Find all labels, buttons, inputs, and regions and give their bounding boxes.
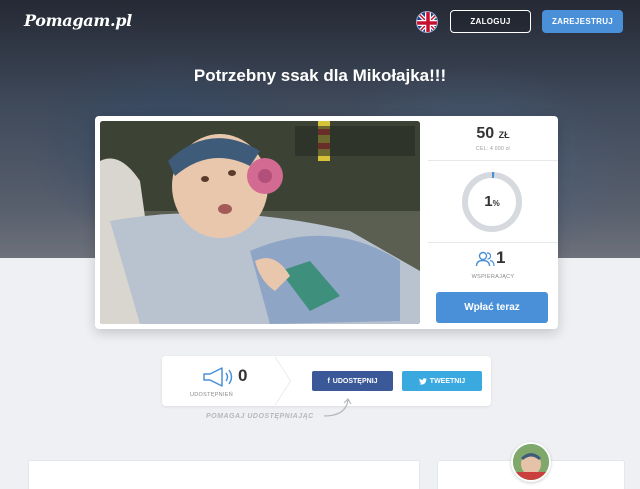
facebook-icon: f xyxy=(327,377,330,385)
supporters-icon xyxy=(475,251,495,267)
share-count-label: UDOSTĘPNIEŃ xyxy=(190,392,234,398)
description-panel xyxy=(28,460,420,489)
hint-arrow-icon xyxy=(323,398,352,417)
share-count: 0 xyxy=(238,366,248,385)
twitter-icon xyxy=(418,377,427,385)
login-button[interactable]: ZALOGUJ xyxy=(450,10,531,33)
logo[interactable]: Pomagam.pl xyxy=(24,11,132,30)
register-button[interactable]: ZAREJESTRUJ xyxy=(542,10,623,33)
divider xyxy=(428,160,558,161)
campaign-card: 50 ZŁ CEL: 4 000 zł 1% 1 WSPIERAJĄCY Wpł… xyxy=(95,116,558,329)
divider xyxy=(274,356,290,406)
avatar[interactable] xyxy=(511,442,551,482)
supporters-count: 1 xyxy=(496,248,506,267)
twitter-share-label: TWEETNIJ xyxy=(429,377,466,385)
divider xyxy=(428,242,558,243)
raised-amount: 50 ZŁ xyxy=(476,125,510,142)
share-counter: 0 UDOSTĘPNIEŃ xyxy=(162,356,274,406)
megaphone-icon xyxy=(203,367,233,387)
donate-button[interactable]: Wpłać teraz xyxy=(436,292,548,323)
facebook-share-button[interactable]: f UDOSTĘPNIJ xyxy=(312,371,393,391)
progress-percent: 1% xyxy=(484,193,500,210)
campaign-photo[interactable] xyxy=(100,121,420,324)
twitter-share-button[interactable]: TWEETNIJ xyxy=(402,371,482,391)
goal-text: CEL: 4 000 zł xyxy=(476,146,510,152)
campaign-title: Potrzebny ssak dla Mikołajka!!! xyxy=(193,66,447,85)
uk-flag-icon[interactable] xyxy=(416,11,438,33)
supporters-label: WSPIERAJĄCY xyxy=(471,274,515,280)
stats-panel: 50 ZŁ CEL: 4 000 zł 1% 1 WSPIERAJĄCY Wpł… xyxy=(428,116,558,329)
share-hint: POMAGAJ UDOSTĘPNIAJĄC xyxy=(206,413,314,420)
top-bar: Pomagam.pl ZALOGUJ ZAREJESTRUJ xyxy=(0,0,640,44)
facebook-share-label: UDOSTĘPNIJ xyxy=(332,377,378,385)
